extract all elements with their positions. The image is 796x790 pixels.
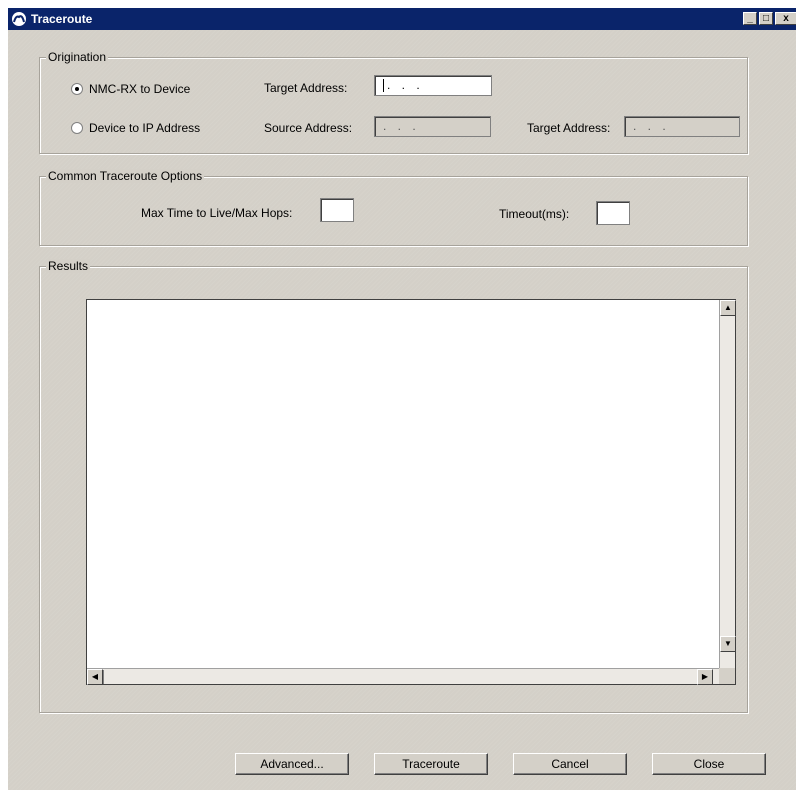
options-legend: Common Traceroute Options — [46, 169, 205, 183]
device-to-ip-label[interactable]: Device to IP Address — [89, 121, 200, 135]
horizontal-scrollbar[interactable]: ◀ ▶ — [87, 668, 719, 685]
scroll-up-icon[interactable]: ▲ — [720, 300, 736, 316]
vertical-scrollbar[interactable]: ▲ ▼ — [719, 300, 736, 668]
traceroute-window: Traceroute _ □ x Origination NMC-RX to D… — [8, 8, 796, 790]
nmc-to-device-radio[interactable] — [71, 83, 83, 95]
maximize-icon: □ — [762, 13, 770, 24]
target-address-label: Target Address: — [264, 81, 348, 95]
window-title: Traceroute — [31, 12, 93, 26]
max-ttl-label: Max Time to Live/Max Hops: — [141, 206, 293, 220]
target-address2-value: . . . — [633, 119, 670, 133]
minimize-button[interactable]: _ — [743, 12, 757, 25]
source-address-input[interactable]: . . . — [374, 116, 491, 137]
origination-legend: Origination — [46, 50, 109, 64]
app-icon — [12, 12, 26, 26]
target-address-input[interactable]: . . . — [374, 75, 492, 96]
source-address-label: Source Address: — [264, 121, 353, 135]
horizontal-scroll-thumb[interactable] — [103, 670, 106, 684]
text-caret — [383, 79, 384, 93]
source-address-value: . . . — [383, 119, 420, 133]
minimize-icon: _ — [747, 13, 753, 24]
results-textarea[interactable]: ▲ ▼ ◀ ▶ — [86, 299, 736, 685]
origination-group: Origination — [39, 50, 748, 154]
target-address2-input[interactable]: . . . — [624, 116, 740, 137]
maximize-button[interactable]: □ — [759, 12, 773, 25]
advanced-button[interactable]: Advanced... — [235, 753, 349, 775]
traceroute-button[interactable]: Traceroute — [374, 753, 488, 775]
close-button[interactable]: Close — [652, 753, 766, 775]
target-address2-label: Target Address: — [527, 121, 611, 135]
scroll-corner — [719, 668, 735, 684]
close-icon: x — [783, 13, 789, 24]
title-bar[interactable]: Traceroute _ □ x — [8, 8, 796, 30]
timeout-input[interactable] — [596, 201, 630, 225]
cancel-button[interactable]: Cancel — [513, 753, 627, 775]
scroll-left-icon[interactable]: ◀ — [87, 669, 103, 685]
target-address-value: . . . — [387, 78, 424, 92]
close-window-button[interactable]: x — [775, 12, 796, 25]
timeout-label: Timeout(ms): — [499, 207, 570, 221]
scroll-down-icon[interactable]: ▼ — [720, 636, 736, 652]
max-ttl-input[interactable] — [320, 198, 354, 222]
results-legend: Results — [46, 259, 91, 273]
scroll-right-icon[interactable]: ▶ — [697, 669, 713, 685]
device-to-ip-radio[interactable] — [71, 122, 83, 134]
nmc-to-device-label[interactable]: NMC-RX to Device — [89, 82, 190, 96]
